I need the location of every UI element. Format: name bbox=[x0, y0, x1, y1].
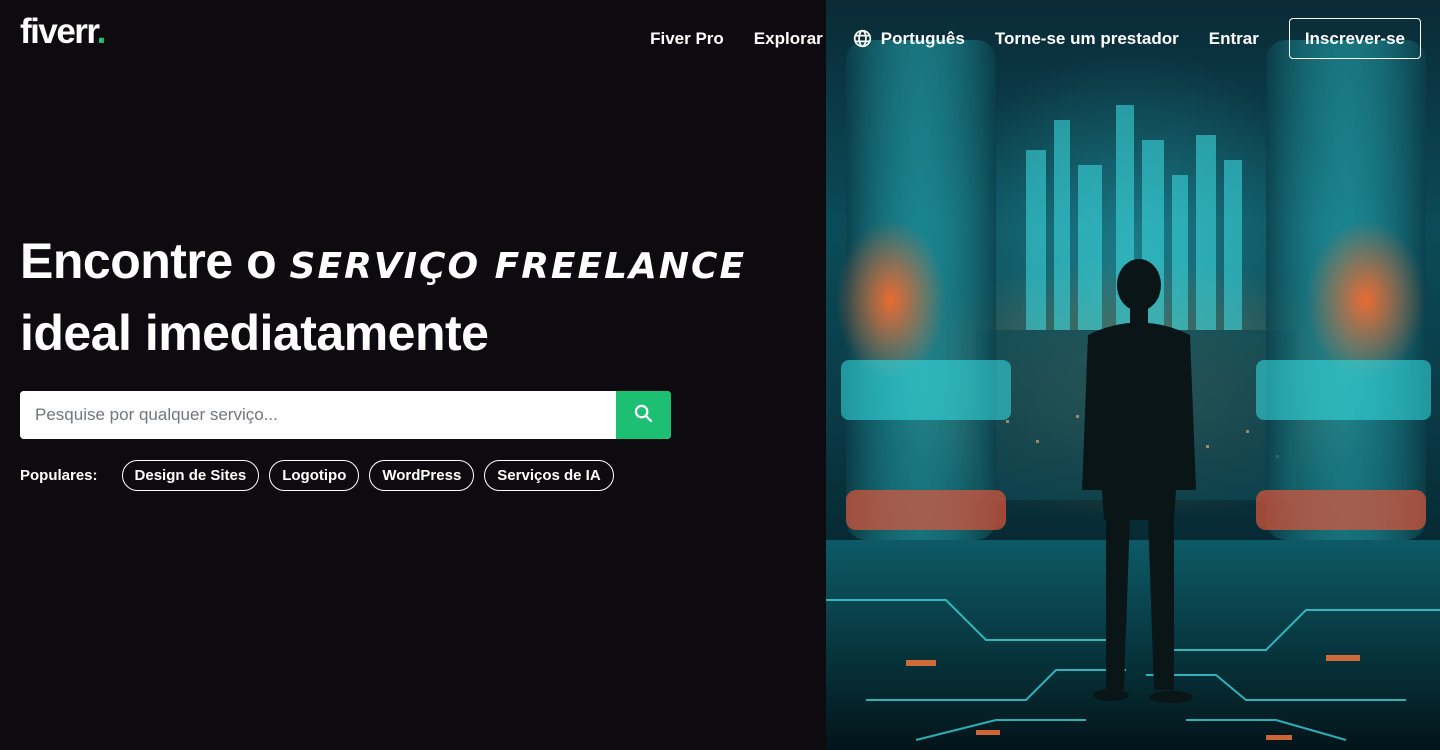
popular-chip-web-design[interactable]: Design de Sites bbox=[121, 460, 260, 491]
hero-title: Encontre o serviço freelance ideal imedi… bbox=[20, 228, 800, 366]
popular-chip-logo[interactable]: Logotipo bbox=[269, 460, 360, 491]
hero-illustration bbox=[826, 40, 1440, 750]
nav-sign-in[interactable]: Entrar bbox=[1209, 29, 1259, 49]
fiverr-logo[interactable]: fiverr. bbox=[20, 12, 107, 51]
search-input[interactable] bbox=[20, 391, 616, 439]
nav-fiver-pro[interactable]: Fiver Pro bbox=[650, 29, 724, 49]
hero-title-start: Encontre o bbox=[20, 233, 277, 289]
page: fiverr. Fiver Pro Explorar Português Tor… bbox=[0, 0, 1440, 750]
search-form bbox=[20, 391, 671, 439]
hero-image bbox=[826, 0, 1440, 750]
logo-dot: . bbox=[96, 12, 107, 51]
nav-language-label: Português bbox=[880, 28, 965, 48]
join-button[interactable]: Inscrever-se bbox=[1288, 18, 1421, 59]
logo-text: fiverr bbox=[20, 12, 98, 51]
search-icon bbox=[634, 404, 653, 426]
search-button[interactable] bbox=[616, 391, 671, 439]
popular-services: Populares: Design de Sites Logotipo Word… bbox=[20, 460, 624, 491]
globe-icon bbox=[853, 29, 872, 48]
popular-chip-ai-services[interactable]: Serviços de IA bbox=[484, 460, 614, 491]
nav-explore[interactable]: Explorar bbox=[754, 29, 823, 49]
hero-title-accent: serviço freelance bbox=[289, 246, 747, 287]
top-nav: Fiver Pro Explorar Português Torne-se um… bbox=[650, 18, 1421, 59]
hero-title-end: ideal imediatamente bbox=[20, 305, 489, 361]
popular-chip-wordpress[interactable]: WordPress bbox=[369, 460, 475, 491]
popular-label: Populares: bbox=[20, 467, 98, 484]
nav-language[interactable]: Português bbox=[853, 29, 965, 49]
nav-become-seller[interactable]: Torne-se um prestador bbox=[995, 29, 1179, 49]
